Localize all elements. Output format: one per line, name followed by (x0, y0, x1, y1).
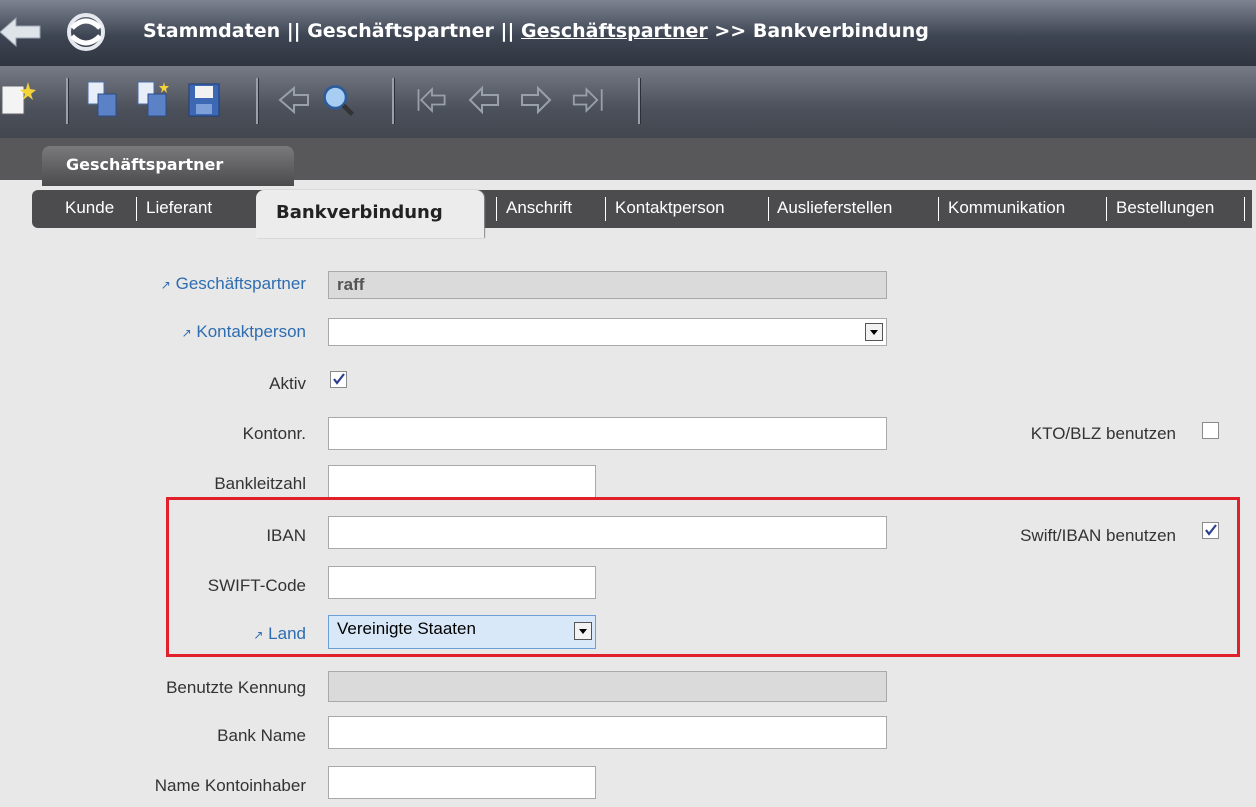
benutzte-kennung-field (328, 671, 887, 702)
undo-icon[interactable] (276, 80, 312, 120)
tab-separator (605, 197, 606, 221)
tab-bestellungen[interactable]: Bestellungen (1116, 198, 1214, 218)
toolbar-separator (256, 78, 259, 124)
refresh-icon[interactable] (66, 12, 106, 52)
label-bank-name: Bank Name (217, 726, 306, 745)
bank-name-input[interactable] (328, 716, 887, 749)
tab-separator (136, 197, 137, 221)
back-arrow-icon[interactable] (0, 14, 44, 50)
kontaktperson-select[interactable] (328, 318, 887, 346)
outer-tab-label: Geschäftspartner (66, 155, 224, 174)
tab-anschrift[interactable]: Anschrift (506, 198, 572, 218)
label-kontaktperson[interactable]: ↗︎ Kontaktperson (6, 322, 306, 342)
previous-record-icon[interactable] (466, 80, 502, 120)
tab-kunde[interactable]: Kunde (65, 198, 114, 218)
kto-blz-checkbox[interactable] (1202, 422, 1219, 439)
tab-kontaktperson[interactable]: Kontaktperson (615, 198, 725, 218)
paste-record-icon[interactable] (134, 80, 170, 120)
label-kontonr: Kontonr. (242, 424, 306, 443)
tab-kommunikation[interactable]: Kommunikation (948, 198, 1065, 218)
breadcrumb-part1: Stammdaten || Geschäftspartner || (143, 20, 522, 42)
tab-auslieferstellen[interactable]: Auslieferstellen (777, 198, 892, 218)
checkmark-icon (333, 373, 345, 385)
copy-record-icon[interactable] (84, 80, 120, 120)
tab-bankverbindung[interactable]: Bankverbindung (256, 190, 484, 238)
tab-separator (1244, 197, 1245, 221)
toolbar-separator (66, 78, 69, 124)
search-icon[interactable] (320, 80, 356, 120)
aktiv-checkbox[interactable] (330, 371, 347, 388)
link-arrow-icon: ↗︎ (160, 278, 171, 292)
dropdown-arrow-icon[interactable] (865, 323, 883, 341)
label-kto-blz-benutzen: KTO/BLZ benutzen (1030, 424, 1176, 443)
tab-geschaeftspartner[interactable]: Geschäftspartner (42, 146, 294, 186)
label-bankleitzahl: Bankleitzahl (214, 474, 306, 493)
save-icon[interactable] (186, 80, 222, 120)
label-benutzte-kennung: Benutzte Kennung (166, 678, 306, 697)
highlight-box (166, 497, 1240, 657)
geschaeftspartner-field: raff (328, 271, 887, 299)
active-tab-label: Bankverbindung (276, 202, 443, 223)
label-name-kontoinhaber: Name Kontoinhaber (154, 776, 306, 795)
new-record-icon[interactable] (0, 80, 36, 120)
tab-separator (496, 197, 497, 221)
last-record-icon[interactable] (572, 80, 608, 120)
kontonr-input[interactable] (328, 417, 887, 450)
label-geschaeftspartner[interactable]: ↗︎ Geschäftspartner (6, 274, 306, 294)
tab-separator (938, 197, 939, 221)
breadcrumb-part2: >> Bankverbindung (707, 20, 929, 42)
tab-separator (768, 197, 769, 221)
breadcrumb: Stammdaten || Geschäftspartner || Geschä… (143, 20, 929, 42)
link-arrow-icon: ↗︎ (181, 326, 192, 340)
toolbar-separator (392, 78, 395, 124)
toolbar (0, 66, 1256, 138)
next-record-icon[interactable] (518, 80, 554, 120)
breadcrumb-link[interactable]: Geschäftspartner (521, 20, 708, 42)
label-aktiv: Aktiv (269, 374, 306, 393)
toolbar-separator (638, 78, 641, 124)
tab-lieferant[interactable]: Lieferant (146, 198, 212, 218)
name-kontoinhaber-input[interactable] (328, 766, 596, 799)
bankleitzahl-input[interactable] (328, 465, 596, 498)
first-record-icon[interactable] (414, 80, 450, 120)
title-bar: Stammdaten || Geschäftspartner || Geschä… (0, 0, 1256, 66)
tab-separator (1106, 197, 1107, 221)
